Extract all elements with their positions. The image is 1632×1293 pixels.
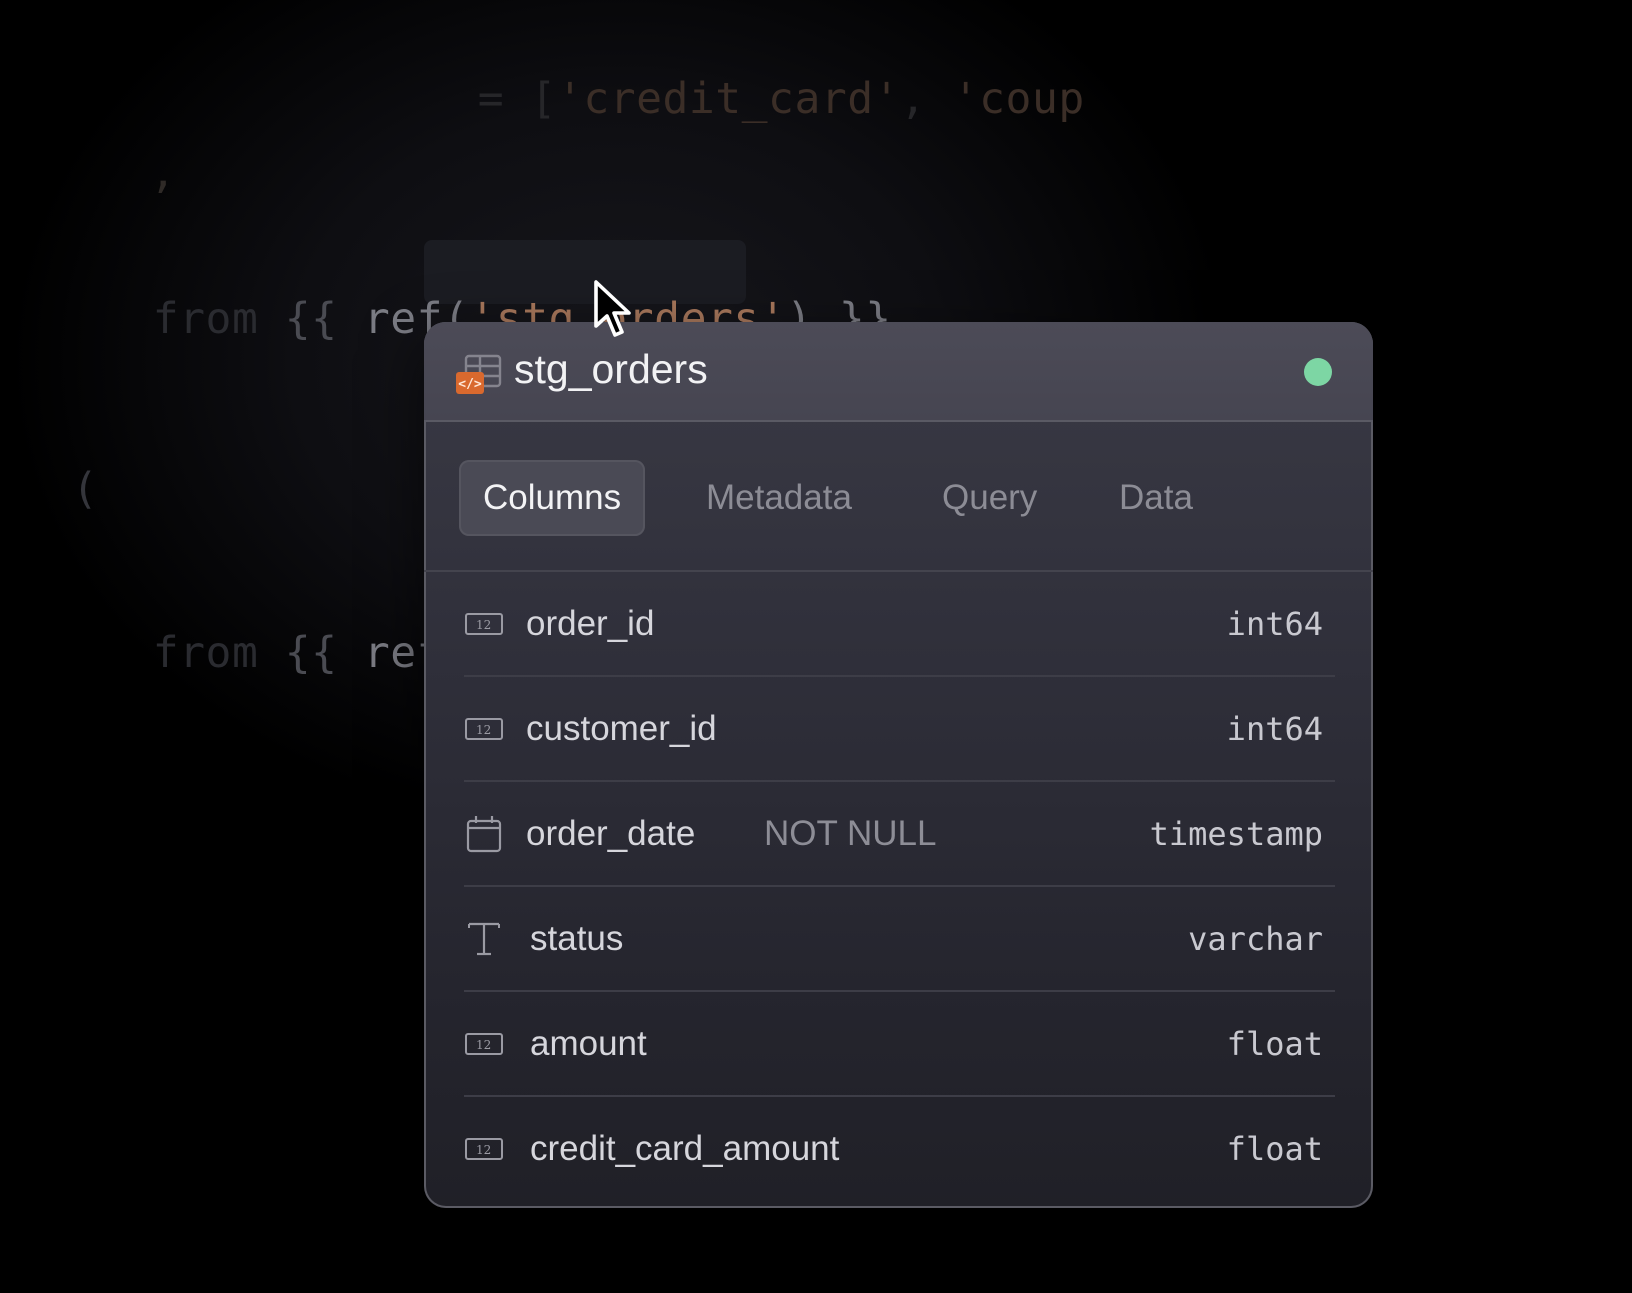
number-icon: 12: [465, 1137, 503, 1160]
svg-text:12: 12: [476, 723, 491, 737]
tab-columns[interactable]: Columns: [459, 460, 646, 536]
code-token: ,: [150, 148, 177, 198]
calendar-icon: [466, 815, 502, 852]
code-keyword: from: [152, 294, 259, 344]
column-name: status: [530, 918, 624, 958]
columns-list: 12 order_id int64 12 customer_id int64 o…: [464, 572, 1335, 1200]
column-name: order_date: [526, 813, 696, 853]
popover-header: </> stg_orders: [424, 322, 1373, 422]
not-null-constraint: NOT NULL: [764, 813, 937, 853]
column-row[interactable]: 12 amount float: [464, 992, 1335, 1097]
status-dot: [1304, 358, 1332, 386]
column-name: order_id: [526, 603, 655, 643]
popover-title: stg_orders: [514, 346, 708, 392]
svg-text:12: 12: [476, 1038, 491, 1052]
number-icon: 12: [465, 1032, 503, 1055]
column-type: varchar: [1188, 919, 1323, 958]
code-line: (: [72, 464, 98, 514]
column-row[interactable]: 12 customer_id int64: [464, 677, 1335, 782]
column-name: amount: [530, 1023, 647, 1063]
column-row[interactable]: 12 credit_card_amount float: [464, 1097, 1335, 1200]
tab-metadata[interactable]: Metadata: [682, 460, 876, 536]
column-type: float: [1226, 1129, 1323, 1168]
column-type: int64: [1226, 604, 1323, 643]
column-type: float: [1226, 1024, 1323, 1063]
code-token: {{: [258, 628, 364, 678]
column-row[interactable]: 12 order_id int64: [464, 572, 1335, 677]
tab-bar: Columns Metadata Query Data: [424, 422, 1373, 572]
mouse-cursor-icon: [594, 280, 631, 337]
code-token: (: [72, 464, 99, 514]
code-line: from {{ ref(: [100, 578, 469, 678]
number-icon: 12: [465, 717, 503, 740]
column-row[interactable]: order_date NOT NULL timestamp: [464, 782, 1335, 887]
column-name: credit_card_amount: [530, 1128, 840, 1168]
column-type: int64: [1226, 709, 1323, 748]
svg-text:</>: </>: [458, 377, 482, 392]
column-type: timestamp: [1149, 814, 1323, 853]
code-string: 'coup: [952, 74, 1085, 124]
number-icon: 12: [465, 612, 503, 635]
code-line: ,: [150, 148, 176, 198]
svg-text:12: 12: [476, 1143, 491, 1157]
code-keyword: from: [152, 628, 259, 678]
dbt-model-table-icon: </>: [456, 354, 502, 394]
column-name: customer_id: [526, 708, 717, 748]
code-line: = ['credit_card', 'coup: [425, 24, 1085, 124]
code-token: ,: [900, 74, 953, 124]
column-row[interactable]: status varchar: [464, 887, 1335, 992]
tab-data[interactable]: Data: [1095, 460, 1217, 536]
code-string: 'credit_card': [556, 74, 900, 124]
text-icon: [468, 922, 500, 955]
code-token: {{: [258, 294, 364, 344]
tab-query[interactable]: Query: [918, 460, 1061, 536]
svg-text:12: 12: [476, 618, 491, 632]
code-token: = [: [477, 74, 557, 124]
model-popover: </> stg_orders Columns Metadata Query Da…: [424, 322, 1373, 1208]
